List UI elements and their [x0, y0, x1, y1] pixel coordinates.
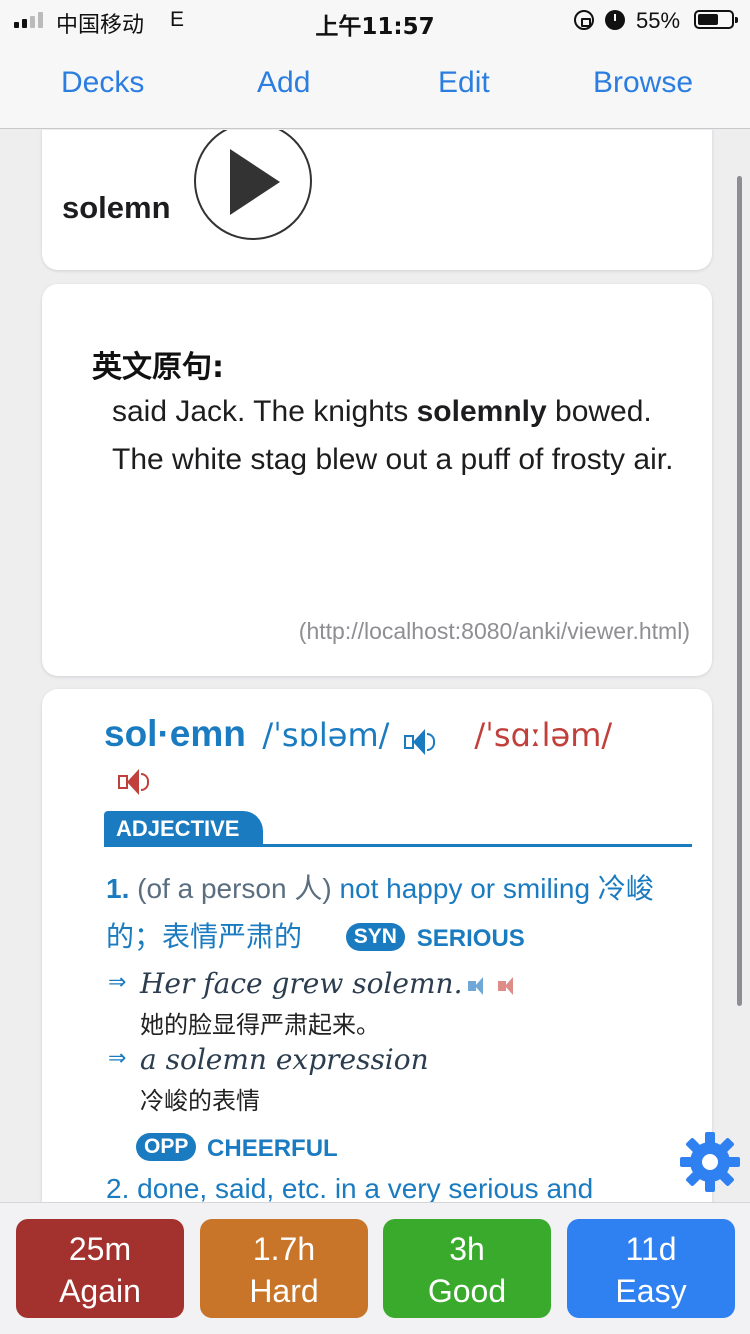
opposite-link[interactable]: CHEERFUL [207, 1135, 338, 1162]
gear-icon[interactable] [678, 1130, 742, 1194]
again-button[interactable]: 25m Again [16, 1219, 184, 1318]
synonym-link[interactable]: SERIOUS [417, 925, 525, 952]
opposite-row: OPP CHEERFUL [136, 1133, 338, 1163]
headword: sol·emn [104, 713, 246, 754]
easy-button[interactable]: 11d Easy [567, 1219, 735, 1318]
ipa-uk: /ˈsɒləm/ [262, 716, 390, 754]
hard-button[interactable]: 1.7h Hard [200, 1219, 368, 1318]
play-audio-button[interactable] [194, 130, 312, 240]
arrow-icon: ⇒ [108, 969, 127, 994]
hard-interval: 1.7h [252, 1231, 316, 1267]
good-button[interactable]: 3h Good [383, 1219, 551, 1318]
dictionary-headword-row: sol·emn /ˈsɒləm/ /ˈsɑːləm/ [104, 713, 612, 757]
orientation-lock-icon [574, 10, 594, 30]
syn-badge: SYN [345, 923, 405, 951]
good-label: Good [427, 1273, 507, 1309]
card-viewer[interactable]: solemn 英文原句: said Jack. The knights sole… [0, 130, 750, 1202]
sense-gloss: (of a person 人) [137, 873, 332, 904]
hard-label: Hard [249, 1273, 319, 1309]
opp-badge: OPP [136, 1133, 197, 1161]
arrow-icon: ⇒ [108, 1045, 127, 1070]
nav-edit-button[interactable]: Edit [438, 66, 490, 100]
example-english: a solemn expression [140, 1043, 429, 1076]
sentence-heading: 英文原句: [92, 350, 224, 385]
nav-decks-button[interactable]: Decks [61, 66, 144, 100]
part-of-speech-bar: ADJECTIVE [104, 811, 692, 847]
front-word: solemn [62, 190, 171, 225]
dictionary-card: sol·emn /ˈsɒləm/ /ˈsɑːləm/ ADJECTIVE 1. … [42, 689, 712, 1202]
speaker-uk-icon[interactable] [403, 727, 436, 757]
easy-interval: 11d [625, 1231, 677, 1267]
good-interval: 3h [449, 1231, 485, 1267]
nav-add-button[interactable]: Add [257, 66, 310, 100]
sentence-before: said Jack. The knights [112, 395, 417, 428]
speaker-us-small-icon[interactable] [498, 976, 522, 995]
alarm-icon [605, 10, 625, 30]
speaker-uk-small-icon[interactable] [468, 976, 492, 995]
example-sentence: said Jack. The knights solemnly bowed. T… [112, 388, 702, 484]
status-bar: 中国移动 E 上午11:57 55% [0, 0, 750, 42]
battery-percentage: 55% [636, 8, 681, 33]
battery-icon [694, 10, 738, 29]
sense-2: 2. done, said, etc. in a very serious an… [106, 1173, 594, 1202]
ipa-us: /ˈsɑːləm/ [474, 716, 613, 754]
sense-1: 1. (of a person 人) not happy or smiling … [106, 865, 696, 963]
example-english: Her face grew solemn. [140, 967, 522, 1000]
again-label: Again [59, 1273, 141, 1309]
answer-bar: 25m Again 1.7h Hard 3h Good 11d Easy [0, 1202, 750, 1334]
sense-number: 1. [106, 873, 130, 904]
source-url: (http://localhost:8080/anki/viewer.html) [298, 618, 690, 644]
scrollbar[interactable] [737, 176, 742, 1006]
example-chinese: 冷峻的表情 [140, 1087, 260, 1115]
navigation-bar: Decks Add Edit Browse [0, 42, 750, 129]
nav-browse-button[interactable]: Browse [593, 66, 693, 100]
sentence-card: 英文原句: said Jack. The knights solemnly bo… [42, 284, 712, 676]
easy-label: Easy [615, 1273, 687, 1309]
word-card: solemn [42, 130, 712, 270]
again-interval: 25m [68, 1231, 132, 1267]
sentence-highlight: solemnly [416, 395, 547, 428]
example-chinese: 她的脸显得严肃起来。 [140, 1011, 380, 1039]
speaker-us-icon[interactable] [118, 767, 150, 797]
part-of-speech: ADJECTIVE [104, 811, 264, 845]
